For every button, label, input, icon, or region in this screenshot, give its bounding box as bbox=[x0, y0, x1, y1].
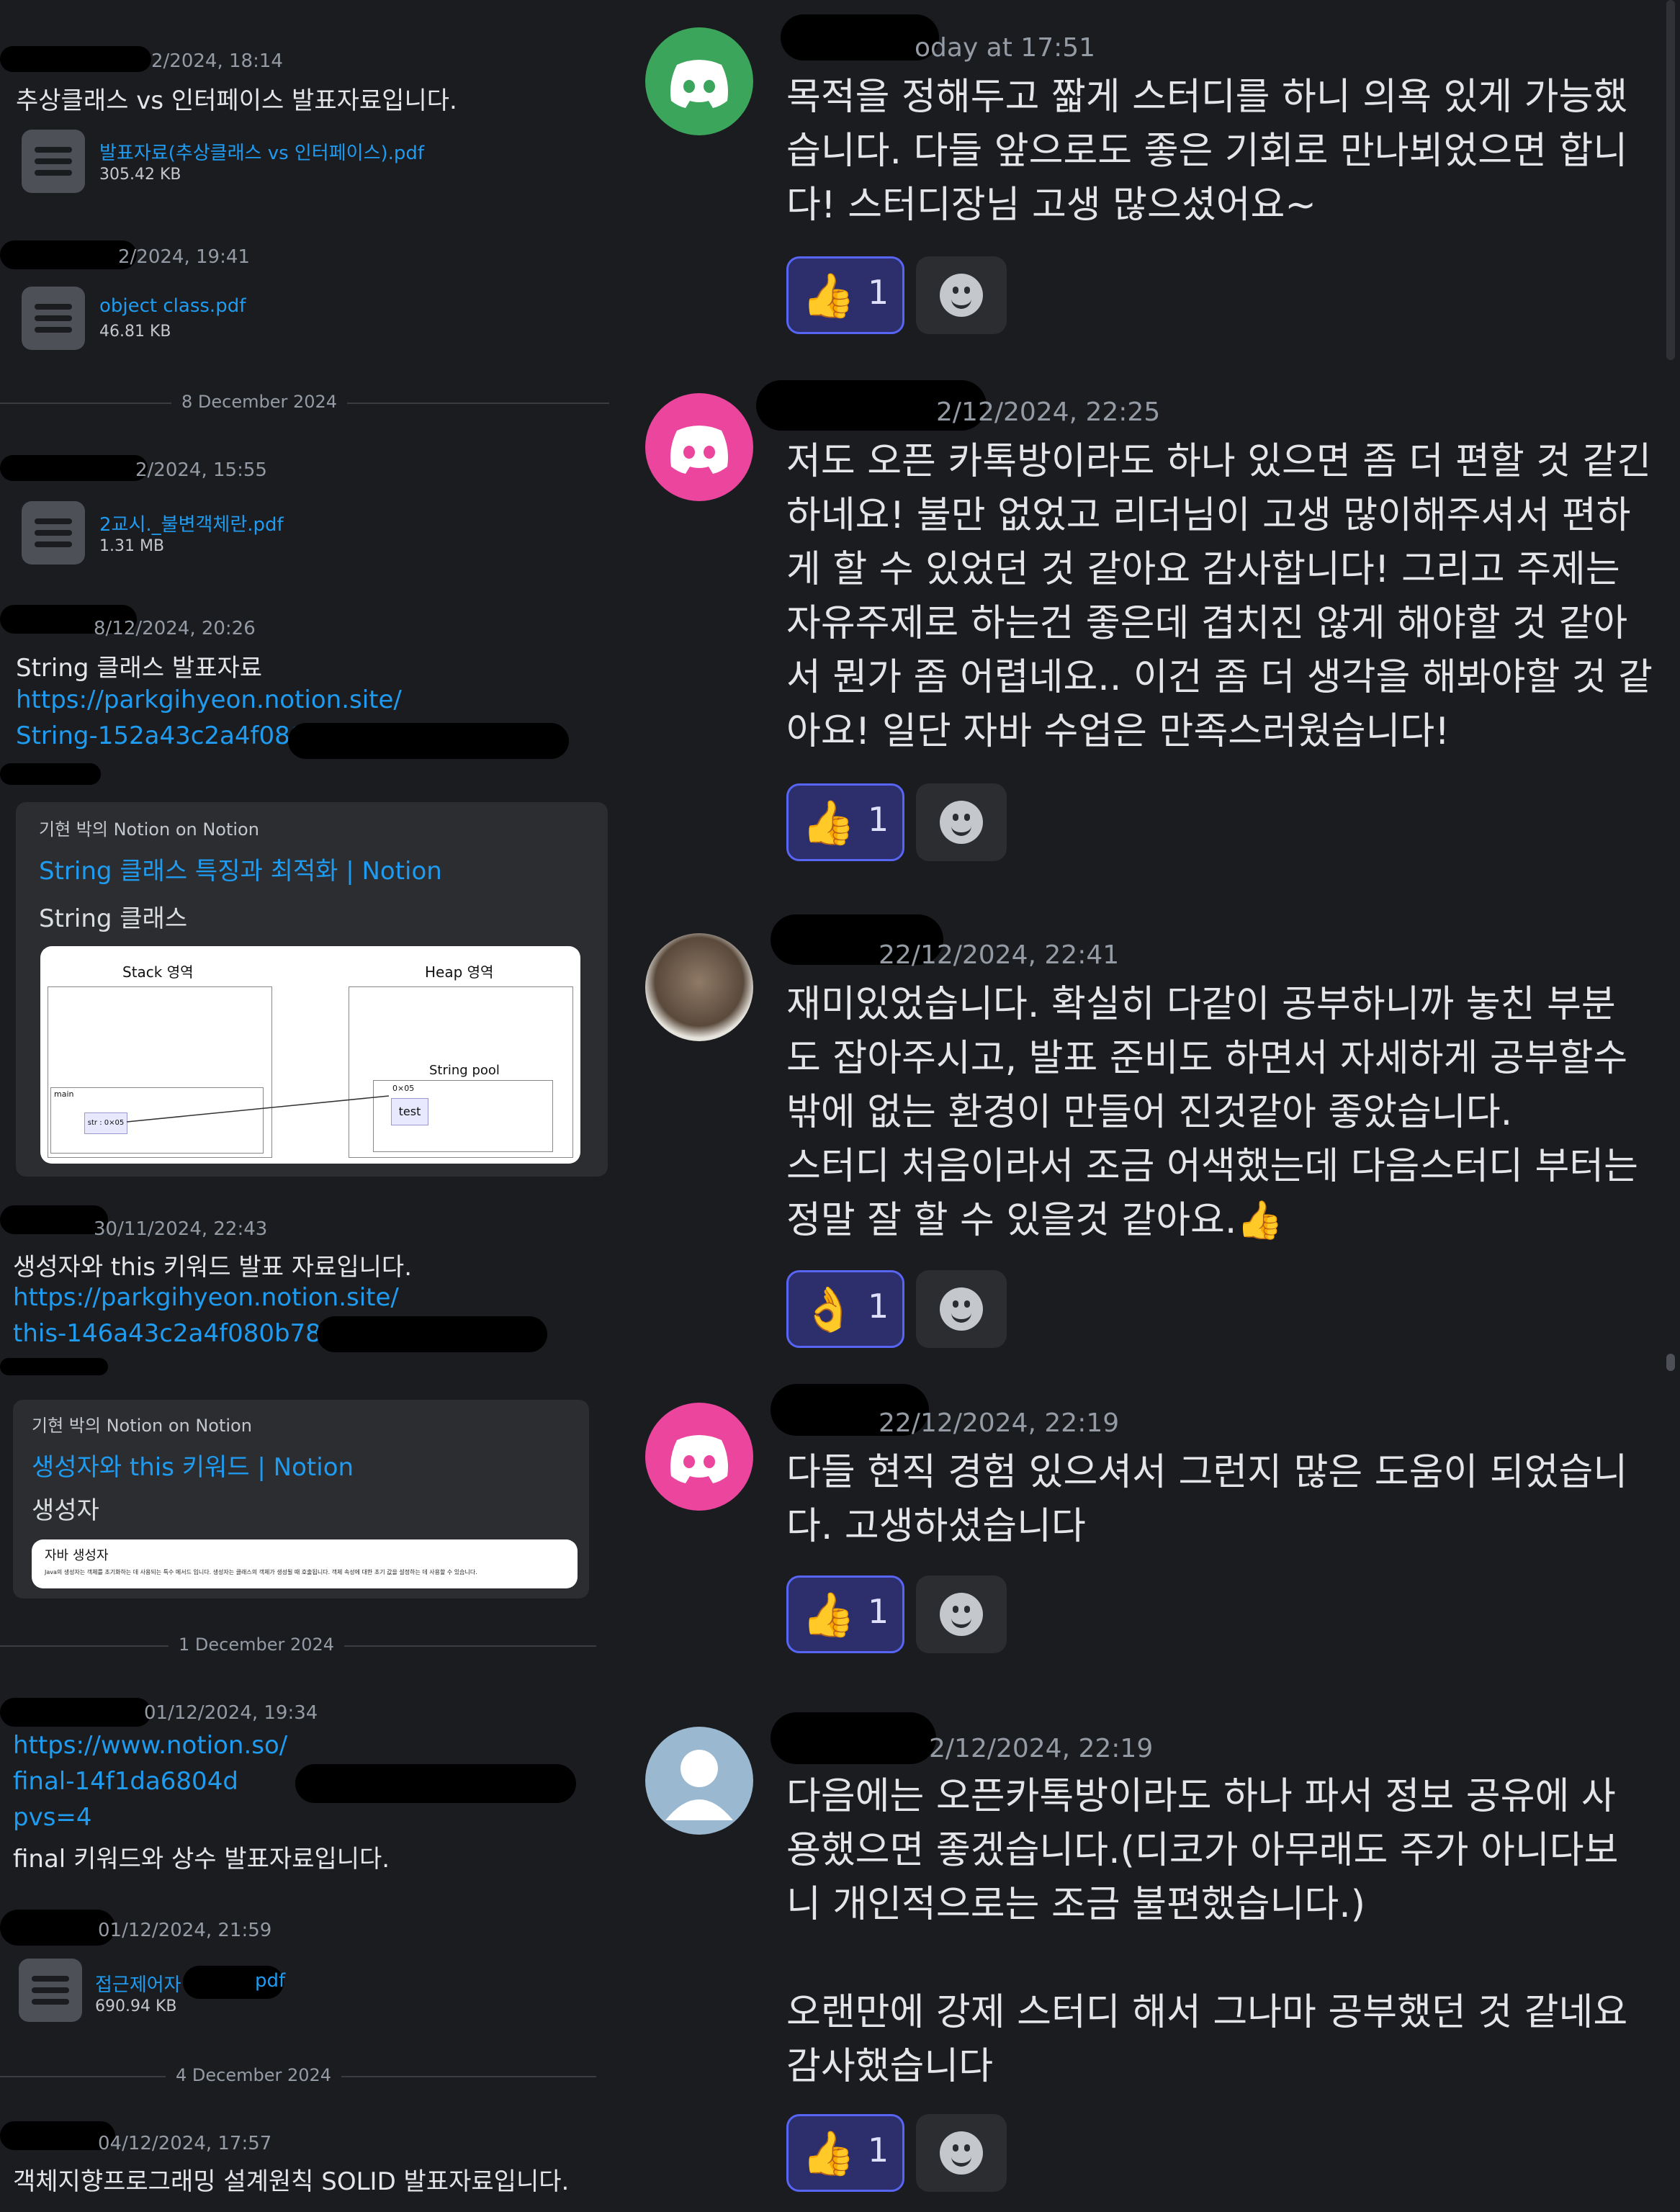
file-icon bbox=[22, 501, 85, 565]
redacted-link bbox=[0, 1358, 108, 1375]
message-timestamp: 04/12/2024, 17:57 bbox=[98, 2133, 272, 2154]
avatar[interactable] bbox=[645, 27, 753, 135]
reaction-thumbs-up[interactable]: 👍 1 bbox=[786, 783, 904, 861]
reaction-thumbs-up[interactable]: 👍 1 bbox=[786, 256, 904, 334]
embed-provider: 기현 박의 Notion on Notion bbox=[39, 819, 259, 840]
right-chat-pane: oday at 17:51 목적을 정해두고 짧게 스터디를 하니 의욕 있게 … bbox=[626, 0, 1680, 2212]
smile-icon bbox=[940, 801, 983, 844]
reaction-thumbs-up[interactable]: 👍 1 bbox=[786, 2114, 904, 2192]
message-timestamp: 01/12/2024, 21:59 bbox=[98, 1920, 272, 1941]
message-timestamp: 30/11/2024, 22:43 bbox=[94, 1218, 268, 1240]
file-icon bbox=[22, 130, 85, 193]
redacted-username bbox=[0, 1698, 151, 1727]
file-link[interactable]: 접근제어자 bbox=[95, 1970, 181, 1997]
redacted-username bbox=[0, 455, 148, 481]
embed-preview-image[interactable]: Stack 영역 Heap 영역 String pool main str : … bbox=[40, 946, 580, 1164]
message-timestamp: oday at 17:51 bbox=[915, 33, 1096, 63]
file-link[interactable]: object class.pdf bbox=[99, 295, 246, 317]
message-timestamp: 22/12/2024, 22:19 bbox=[879, 1408, 1120, 1438]
add-reaction-button[interactable] bbox=[916, 2114, 1007, 2192]
message-timestamp: 8/12/2024, 20:26 bbox=[94, 618, 256, 639]
avatar[interactable] bbox=[645, 1403, 753, 1511]
avatar-otter-photo[interactable] bbox=[645, 933, 753, 1041]
add-reaction-button[interactable] bbox=[916, 256, 1007, 334]
embed-provider: 기현 박의 Notion on Notion bbox=[32, 1416, 252, 1436]
message-text: 다들 현직 경험 있으셔서 그런지 많은 도움이 되었습니 다. 고생하셨습니다 bbox=[786, 1451, 1628, 1548]
message-timestamp: 2/2024, 18:14 bbox=[151, 50, 283, 72]
message-text: 목적을 정해두고 짧게 스터디를 하니 의욕 있게 가능했 습니다. 다들 앞으로… bbox=[786, 76, 1628, 227]
reaction-ok-hand[interactable]: 👌 1 bbox=[786, 1270, 904, 1348]
reaction-thumbs-up[interactable]: 👍 1 bbox=[786, 1575, 904, 1653]
message-timestamp: 2/2024, 15:55 bbox=[135, 459, 267, 481]
message-text: 재미있었습니다. 확실히 다같이 공부하니까 놓친 부분 도 잡아주시고, 발표 … bbox=[786, 983, 1638, 1242]
redacted-link bbox=[317, 1316, 547, 1352]
file-size: 690.94 KB bbox=[95, 1997, 177, 2015]
scrollbar-thumb[interactable] bbox=[1666, 0, 1675, 360]
preview-text: Java의 생성자는 객체를 초기화하는 데 사용되는 특수 메서드 입니다. … bbox=[45, 1569, 477, 1575]
embed-title[interactable]: 생성자와 this 키워드 | Notion bbox=[32, 1447, 354, 1483]
redacted-username bbox=[0, 240, 137, 269]
left-chat-pane: 2/2024, 18:14 추상클래스 vs 인터페이스 발표자료입니다. 발표… bbox=[0, 0, 626, 2212]
avatar[interactable] bbox=[645, 393, 753, 501]
message-text: final 키워드와 상수 발표자료입니다. bbox=[13, 1845, 390, 1874]
file-link-ext[interactable]: pdf bbox=[255, 1970, 285, 1992]
message-link[interactable]: https://parkgihyeon.notion.site/ bbox=[16, 685, 402, 714]
file-icon bbox=[19, 1959, 82, 2022]
date-divider-label: 4 December 2024 bbox=[166, 2065, 342, 2085]
message-link[interactable]: String-152a43c2a4f080c bbox=[16, 721, 319, 750]
message-timestamp: 22/12/2024, 22:41 bbox=[879, 940, 1120, 970]
add-reaction-button[interactable] bbox=[916, 1575, 1007, 1653]
message-link[interactable]: final-14f1da6804d bbox=[13, 1767, 238, 1796]
message-text: 생성자와 this 키워드 발표 자료입니다. bbox=[13, 1253, 412, 1282]
message-timestamp: 2/2024, 19:41 bbox=[118, 246, 250, 268]
discord-icon bbox=[670, 1435, 728, 1483]
message-text: 다음에는 오픈카톡방이라도 하나 파서 정보 공유에 사 용했으면 좋겠습니다.(… bbox=[786, 1775, 1628, 2088]
smile-icon bbox=[940, 2131, 983, 2175]
message-text: 추상클래스 vs 인터페이스 발표자료입니다. bbox=[16, 86, 457, 115]
redacted-username bbox=[0, 1205, 108, 1234]
redacted-username bbox=[771, 1712, 936, 1764]
smile-icon bbox=[940, 1287, 983, 1331]
message-text: 객체지향프로그래밍 설계원칙 SOLID 발표자료입니다. bbox=[13, 2167, 570, 2196]
file-size: 1.31 MB bbox=[99, 537, 165, 555]
file-icon bbox=[22, 287, 85, 350]
add-reaction-button[interactable] bbox=[916, 783, 1007, 861]
date-divider-label: 8 December 2024 bbox=[171, 392, 348, 412]
message-link[interactable]: this-146a43c2a4f080b783b bbox=[13, 1319, 352, 1348]
message-link[interactable]: https://www.notion.so/ bbox=[13, 1731, 287, 1760]
embed-description: 생성자 bbox=[32, 1496, 99, 1525]
message-timestamp: 01/12/2024, 19:34 bbox=[144, 1702, 318, 1724]
add-reaction-button[interactable] bbox=[916, 1270, 1007, 1348]
file-link[interactable]: 2교시._불변객체란.pdf bbox=[99, 510, 284, 536]
user-icon bbox=[665, 1750, 733, 1820]
redacted-link bbox=[0, 763, 101, 785]
embed-preview-image[interactable]: 자바 생성자 Java의 생성자는 객체를 초기화하는 데 사용되는 특수 메서… bbox=[32, 1539, 578, 1588]
redacted-link bbox=[295, 1764, 576, 1803]
preview-title: 자바 생성자 bbox=[45, 1548, 109, 1563]
embed-description: String 클래스 bbox=[39, 904, 188, 933]
message-timestamp: 2/12/2024, 22:19 bbox=[929, 1734, 1154, 1763]
file-size: 46.81 KB bbox=[99, 323, 171, 341]
message-link[interactable]: https://parkgihyeon.notion.site/ bbox=[13, 1283, 399, 1312]
file-size: 305.42 KB bbox=[99, 166, 181, 184]
avatar-default[interactable] bbox=[645, 1727, 753, 1835]
discord-icon bbox=[670, 60, 728, 108]
redacted-link bbox=[288, 723, 569, 759]
file-link[interactable]: 발표자료(추상클래스 vs 인터페이스).pdf bbox=[99, 138, 424, 165]
smile-icon bbox=[940, 1593, 983, 1636]
embed-title[interactable]: String 클래스 특징과 최적화 | Notion bbox=[39, 851, 442, 886]
link-embed[interactable]: 기현 박의 Notion on Notion String 클래스 특징과 최적… bbox=[16, 802, 608, 1177]
redacted-username bbox=[0, 46, 151, 72]
message-link[interactable]: pvs=4 bbox=[13, 1803, 92, 1832]
scrollbar-marker[interactable] bbox=[1666, 1354, 1675, 1371]
smile-icon bbox=[940, 274, 983, 317]
message-text: 저도 오픈 카톡방이라도 하나 있으면 좀 더 편할 것 같긴 하네요! 불만 없… bbox=[786, 440, 1653, 753]
message-timestamp: 2/12/2024, 22:25 bbox=[936, 397, 1161, 427]
discord-icon bbox=[670, 426, 728, 474]
message-text: String 클래스 발표자료 bbox=[16, 654, 263, 683]
reference-arrow bbox=[126, 1095, 390, 1123]
date-divider-label: 1 December 2024 bbox=[169, 1635, 345, 1655]
link-embed[interactable]: 기현 박의 Notion on Notion 생성자와 this 키워드 | N… bbox=[13, 1400, 589, 1599]
